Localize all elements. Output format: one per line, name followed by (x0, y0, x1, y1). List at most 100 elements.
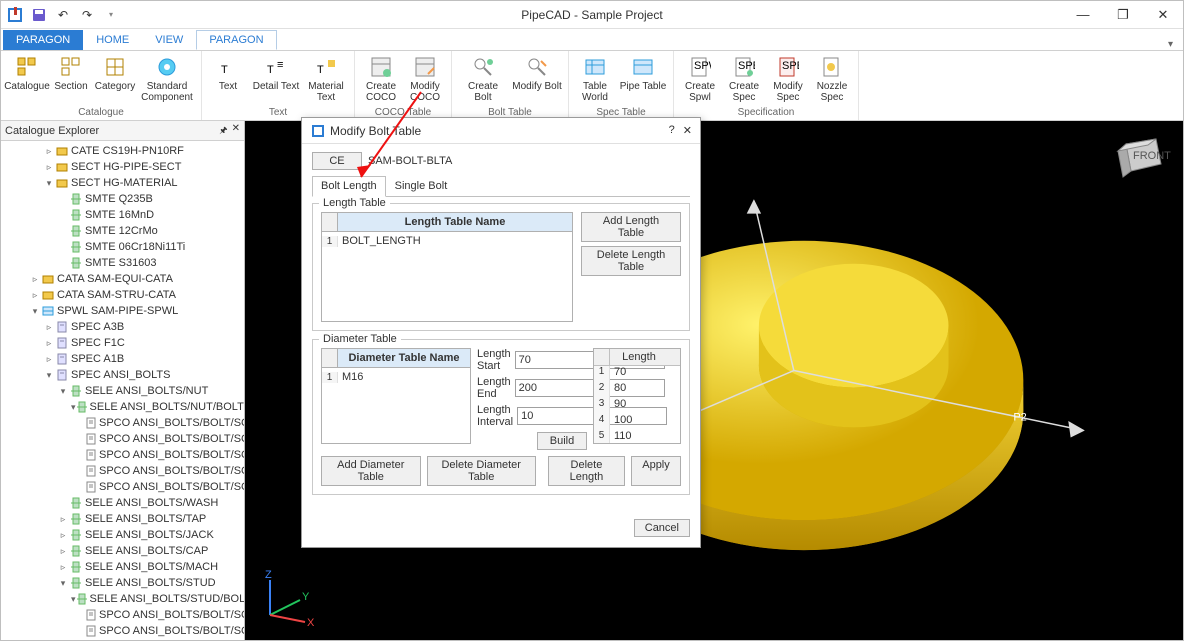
tree-node[interactable]: ▹SECT HG-PIPE-SECT (1, 159, 244, 175)
tree-node[interactable]: SPCO ANSI_BOLTS/BOLT/SCOM-M10 (1, 415, 244, 431)
tree-node[interactable]: ▹CATA SAM-EQUI-CATA (1, 271, 244, 287)
diameter-table-grid[interactable]: Diameter Table Name 1M16 (321, 348, 471, 444)
dialog-close-button[interactable]: ✕ (683, 124, 692, 137)
tree-node[interactable]: SPCO ANSI_BOLTS/BOLT/SCOM-M22 (1, 623, 244, 639)
create-coco-button[interactable]: Create COCO (361, 53, 401, 105)
table-row[interactable]: 1M16 (322, 368, 470, 386)
length-start-label: Length Start (477, 348, 511, 372)
ribbon-collapse-icon[interactable]: ▾ (1158, 39, 1183, 50)
category-button[interactable]: Category (95, 53, 135, 105)
build-button[interactable]: Build (537, 432, 587, 450)
diameter-table-legend: Diameter Table (319, 333, 401, 345)
tree-node[interactable]: ▾SELE ANSI_BOLTS/STUD/BOLT (1, 591, 244, 607)
tree-node[interactable]: ▾SPEC ANSI_BOLTS (1, 367, 244, 383)
diameter-table-fieldset: Diameter Table Diameter Table Name 1M16 … (312, 339, 690, 495)
undo-button[interactable]: ↶ (53, 5, 73, 25)
table-row[interactable]: 280 (594, 382, 680, 398)
window-title: PipeCAD - Sample Project (521, 8, 662, 22)
table-row[interactable]: 5110 (594, 430, 680, 444)
panel-close-icon[interactable]: ✕ (232, 123, 240, 139)
tree-node[interactable]: ▾SELE ANSI_BOLTS/STUD (1, 575, 244, 591)
nozzle-spec-button[interactable]: Nozzle Spec (812, 53, 852, 105)
group-spec-table: Table World Pipe Table Spec Table (569, 51, 674, 120)
modify-spec-button[interactable]: SPECModify Spec (768, 53, 808, 105)
svg-text:SPWL: SPWL (694, 60, 711, 72)
standard-component-button[interactable]: Standard Component (139, 53, 195, 105)
qat-dropdown[interactable]: ▾ (101, 5, 121, 25)
catalogue-tree[interactable]: ▹CATE CS19H-PN10RF▹SECT HG-PIPE-SECT▾SEC… (1, 141, 244, 640)
minimize-button[interactable]: — (1063, 1, 1103, 29)
tree-node[interactable]: SMTE S31603 (1, 255, 244, 271)
ce-button[interactable]: CE (312, 152, 362, 170)
tree-node[interactable]: ▾SELE ANSI_BOLTS/NUT/BOLT (1, 399, 244, 415)
svg-text:T: T (267, 64, 274, 76)
tree-node[interactable]: SMTE 06Cr18Ni11Ti (1, 239, 244, 255)
tree-node[interactable]: SMTE Q235B (1, 191, 244, 207)
create-spwl-button[interactable]: SPWLCreate Spwl (680, 53, 720, 105)
delete-length-button[interactable]: Delete Length (548, 456, 625, 486)
tree-node[interactable]: ▾SECT HG-MATERIAL (1, 175, 244, 191)
tab-single-bolt[interactable]: Single Bolt (386, 176, 457, 196)
tree-node[interactable]: SPCO ANSI_BOLTS/BOLT/SCOM-M16 (1, 463, 244, 479)
table-world-button[interactable]: Table World (575, 53, 615, 105)
tree-node[interactable]: ▹SELE ANSI_BOLTS/CAP (1, 543, 244, 559)
tab-home[interactable]: HOME (83, 30, 142, 50)
table-row[interactable]: 390 (594, 398, 680, 414)
modify-coco-button[interactable]: Modify COCO (405, 53, 445, 105)
tree-node[interactable]: ▾SPWL SAM-PIPE-SPWL (1, 303, 244, 319)
table-row[interactable]: 170 (594, 366, 680, 382)
tree-node[interactable]: SPCO ANSI_BOLTS/BOLT/SCOM-M12 (1, 431, 244, 447)
create-bolt-button[interactable]: Create Bolt (458, 53, 508, 105)
delete-length-table-button[interactable]: Delete Length Table (581, 246, 681, 276)
material-text-button[interactable]: TMaterial Text (304, 53, 348, 105)
panel-pin-icon[interactable]: 🖈 (219, 123, 227, 139)
modify-bolt-button[interactable]: Modify Bolt (512, 53, 562, 105)
tab-paragon-primary[interactable]: PARAGON (3, 30, 83, 50)
tree-node[interactable]: ▹CATA SAM-STRU-CATA (1, 287, 244, 303)
cancel-button[interactable]: Cancel (634, 519, 690, 537)
tree-node[interactable]: ▾SELE ANSI_BOLTS/NUT (1, 383, 244, 399)
table-row[interactable]: 1BOLT_LENGTH (322, 232, 572, 250)
add-length-table-button[interactable]: Add Length Table (581, 212, 681, 242)
tree-node[interactable]: SPCO ANSI_BOLTS/BOLT/SCOM-M18 (1, 479, 244, 495)
create-spec-button[interactable]: SPECCreate Spec (724, 53, 764, 105)
tree-node[interactable]: SELE ANSI_BOLTS/WASH (1, 495, 244, 511)
tab-bolt-length[interactable]: Bolt Length (312, 176, 386, 197)
tree-node[interactable]: ▹SPEC A1B (1, 351, 244, 367)
view-cube[interactable]: FRONT (1111, 129, 1171, 189)
tab-paragon[interactable]: PARAGON (196, 30, 276, 50)
dialog-help-button[interactable]: ? (669, 124, 675, 137)
tree-node[interactable]: ▹SPEC F1C (1, 335, 244, 351)
apply-button[interactable]: Apply (631, 456, 681, 486)
qat-save-icon[interactable] (29, 5, 49, 25)
tree-node[interactable]: SMTE 12CrMo (1, 223, 244, 239)
section-button[interactable]: Section (51, 53, 91, 105)
tree-node[interactable]: SPCO ANSI_BOLTS/BOLT/SCOM-M20 (1, 607, 244, 623)
redo-button[interactable]: ↷ (77, 5, 97, 25)
tree-node[interactable]: SMTE 16MnD (1, 207, 244, 223)
catalogue-explorer-header: Catalogue Explorer 🖈 ✕ (1, 121, 244, 141)
length-values-grid[interactable]: Length 1702803904100511061207130 (593, 348, 681, 444)
catalogue-button[interactable]: Catalogue (7, 53, 47, 105)
tree-node[interactable]: ▹SELE ANSI_BOLTS/MACH (1, 559, 244, 575)
length-table-grid[interactable]: Length Table Name 1BOLT_LENGTH (321, 212, 573, 322)
tree-node[interactable]: ▹SELE ANSI_BOLTS/TAP (1, 511, 244, 527)
maximize-button[interactable]: ❐ (1103, 1, 1143, 29)
dialog-titlebar[interactable]: Modify Bolt Table ? ✕ (302, 118, 700, 144)
svg-text:T: T (317, 64, 324, 76)
tree-node[interactable]: ▹SELE ANSI_BOLTS/JACK (1, 527, 244, 543)
detail-text-button[interactable]: T≡Detail Text (252, 53, 300, 105)
delete-diameter-table-button[interactable]: Delete Diameter Table (427, 456, 536, 486)
text-button[interactable]: TText (208, 53, 248, 105)
pipe-table-button[interactable]: Pipe Table (619, 53, 667, 105)
group-catalogue: Catalogue Section Category Standard Comp… (1, 51, 202, 120)
table-row[interactable]: 4100 (594, 414, 680, 430)
catalogue-explorer-title: Catalogue Explorer (5, 125, 99, 137)
tree-node[interactable]: ▹SPEC A3B (1, 319, 244, 335)
tree-node[interactable]: SPCO ANSI_BOLTS/BOLT/SCOM-M14 (1, 447, 244, 463)
add-diameter-table-button[interactable]: Add Diameter Table (321, 456, 421, 486)
close-button[interactable]: ✕ (1143, 1, 1183, 29)
tree-node[interactable]: ▹CATE CS19H-PN10RF (1, 143, 244, 159)
tab-view[interactable]: VIEW (142, 30, 196, 50)
tree-node[interactable]: SPCO ANSI_BOLTS/BOLT/SCOM-M24 (1, 639, 244, 640)
